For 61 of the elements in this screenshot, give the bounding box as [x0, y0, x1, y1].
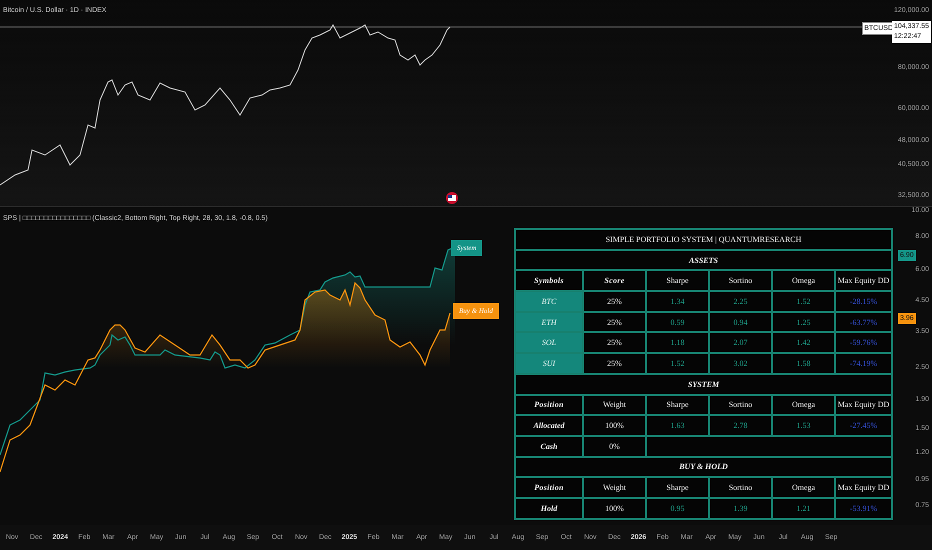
metric-cell: 3.02 — [709, 353, 772, 374]
column-header: Position — [515, 394, 583, 416]
table-cell: 100% — [583, 498, 646, 519]
metric-cell: 1.21 — [772, 498, 835, 519]
column-header: Sharpe — [646, 394, 709, 416]
drawdown-cell: -53.91% — [835, 498, 892, 519]
table-cell: 25% — [583, 312, 646, 332]
position-cell: Cash — [515, 436, 583, 457]
drawdown-cell: -63.77% — [835, 312, 892, 332]
metric-cell: 1.42 — [772, 332, 835, 354]
metric-cell: 0.59 — [646, 312, 709, 332]
column-header: Omega — [772, 394, 835, 416]
column-header: Max Equity DD — [835, 477, 892, 498]
metric-cell: 1.52 — [646, 353, 709, 374]
column-header: Position — [515, 477, 583, 498]
metric-cell: 1.34 — [646, 291, 709, 312]
symbol-cell: ETH — [515, 312, 583, 332]
column-header: Sharpe — [646, 270, 709, 292]
table-cell: 100% — [583, 415, 646, 436]
metric-cell: 1.25 — [772, 312, 835, 332]
table-cell: 25% — [583, 353, 646, 374]
table-cell: 0% — [583, 436, 646, 457]
column-header: Omega — [772, 477, 835, 498]
metric-cell: 0.95 — [646, 498, 709, 519]
symbol-cell: BTC — [515, 291, 583, 312]
column-header: Weight — [583, 477, 646, 498]
symbol-cell: SOL — [515, 332, 583, 354]
section-heading: BUY & HOLD — [515, 456, 892, 478]
drawdown-cell: -59.76% — [835, 332, 892, 354]
metric-cell: 2.07 — [709, 332, 772, 354]
drawdown-cell: -27.45% — [835, 415, 892, 436]
metric-cell: 2.25 — [709, 291, 772, 312]
section-heading: ASSETS — [515, 250, 892, 270]
drawdown-cell: -28.15% — [835, 291, 892, 312]
flag-icon — [446, 192, 458, 204]
table-cell: 25% — [583, 291, 646, 312]
section-heading: SYSTEM — [515, 374, 892, 394]
column-header: Sortino — [709, 394, 772, 416]
symbol-cell: SUI — [515, 353, 583, 374]
column-header: Sharpe — [646, 477, 709, 498]
column-header: Sortino — [709, 477, 772, 498]
metric-cell: 1.58 — [772, 353, 835, 374]
table-cell: 25% — [583, 332, 646, 354]
metric-cell: 1.39 — [709, 498, 772, 519]
metric-cell: 0.94 — [709, 312, 772, 332]
column-header: Symbols — [515, 270, 583, 292]
table-title: SIMPLE PORTFOLIO SYSTEM | QUANTUMRESEARCH — [515, 229, 892, 250]
metric-cell: 2.78 — [709, 415, 772, 436]
column-header: Score — [583, 270, 646, 292]
metric-cell: 1.18 — [646, 332, 709, 354]
drawdown-cell: -74.19% — [835, 353, 892, 374]
column-header: Max Equity DD — [835, 270, 892, 292]
metric-cell: 1.53 — [772, 415, 835, 436]
metric-cell: 1.63 — [646, 415, 709, 436]
position-cell: Allocated — [515, 415, 583, 436]
column-header: Sortino — [709, 270, 772, 292]
position-cell: Hold — [515, 498, 583, 519]
column-header: Weight — [583, 394, 646, 416]
column-header: Max Equity DD — [835, 394, 892, 416]
metric-cell: 1.52 — [772, 291, 835, 312]
column-header: Omega — [772, 270, 835, 292]
